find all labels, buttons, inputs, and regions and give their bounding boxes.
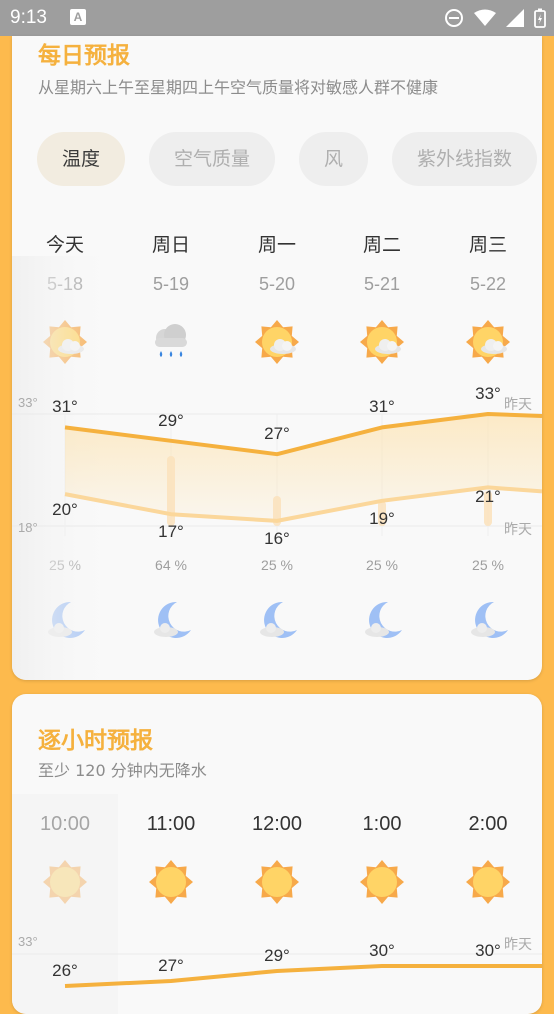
- do-not-disturb-icon: [445, 9, 463, 27]
- axis-low-label: 18°: [18, 520, 38, 535]
- high-temp-label: 27°: [264, 424, 290, 444]
- signal-icon: [506, 9, 524, 27]
- axis-high-label: 33°: [18, 395, 38, 410]
- yesterday-high-label: 昨天: [504, 396, 532, 412]
- battery-icon: [534, 8, 546, 28]
- hourly-temp-label: 30°: [369, 941, 395, 960]
- hourly-axis-high-label: 33°: [18, 934, 38, 949]
- low-temp-label: 17°: [158, 522, 184, 542]
- hourly-temp-label: 30°: [475, 941, 501, 960]
- hourly-forecast-card: 逐小时预报 至少 120 分钟内无降水 10:0011:0012:001:002…: [12, 694, 542, 1014]
- yesterday-low-label: 昨天: [504, 521, 532, 537]
- status-bar: 9:13 A: [0, 0, 554, 36]
- status-icons: [444, 6, 546, 30]
- high-temp-label: 29°: [158, 410, 184, 430]
- hourly-temp-label: 26°: [52, 961, 78, 980]
- hourly-temp-label: 29°: [264, 946, 290, 965]
- high-temp-label: 31°: [52, 397, 78, 417]
- low-temp-label: 20°: [52, 500, 78, 520]
- current-hour-highlight: [12, 794, 118, 1014]
- hourly-temperature-chart: [12, 794, 542, 1014]
- status-time: 9:13: [10, 7, 47, 28]
- daily-forecast-card: 每日预报 从星期六上午至星期四上午空气质量将对敏感人群不健康 温度 空气质量 风…: [12, 36, 542, 680]
- temperature-range-area: [65, 414, 542, 521]
- low-temp-label: 21°: [475, 487, 501, 507]
- notification-a-icon: A: [70, 9, 86, 25]
- wifi-icon: [474, 9, 496, 26]
- hourly-temp-label: 27°: [158, 956, 184, 975]
- low-temp-label: 16°: [264, 528, 290, 548]
- high-temp-label: 33°: [475, 384, 501, 403]
- temperature-chart: [12, 256, 542, 680]
- hourly-yesterday-label: 昨天: [504, 936, 532, 952]
- low-temp-label: 19°: [369, 508, 395, 528]
- high-temp-label: 31°: [369, 397, 395, 417]
- hourly-temp-line: [64, 964, 542, 988]
